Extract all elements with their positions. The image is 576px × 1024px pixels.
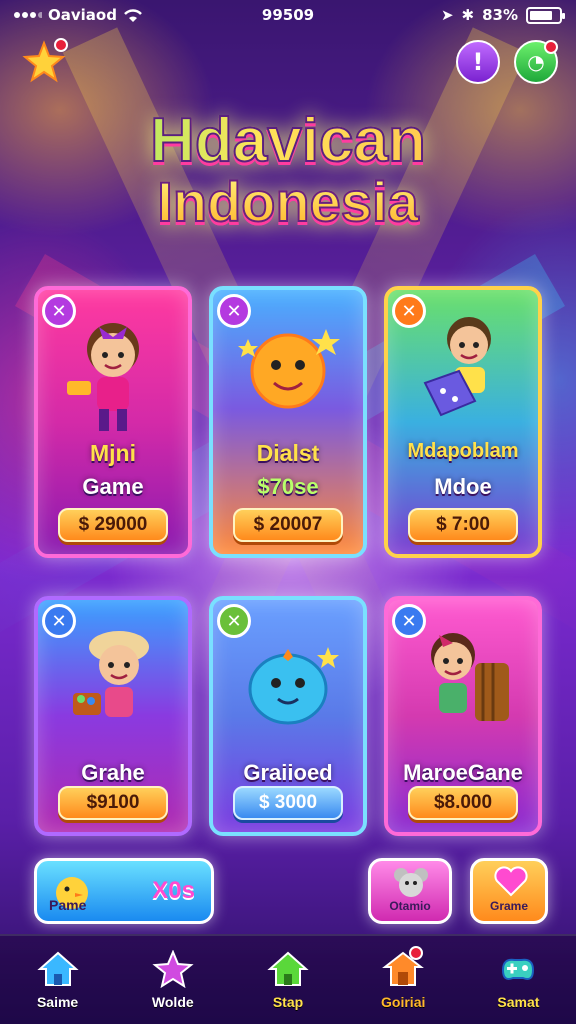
card-title: Dialst xyxy=(256,440,320,466)
nav-item-star[interactable]: Wolde xyxy=(115,936,230,1024)
nav-item-home[interactable]: Saime xyxy=(0,936,115,1024)
bottom-nav: Saime Wolde Stap Goiriai Samat xyxy=(0,934,576,1024)
home-icon xyxy=(36,951,79,986)
notification-dot xyxy=(54,38,68,52)
close-icon[interactable]: ✕ xyxy=(217,294,251,328)
location-icon: ➤ xyxy=(440,6,454,24)
signal-icon xyxy=(14,12,42,18)
exclamation-icon: ! xyxy=(472,48,484,76)
game-card[interactable]: ✕ Mjni Game $ 29000 xyxy=(34,286,192,558)
nav-item-shop[interactable]: Goiriai xyxy=(346,936,461,1024)
battery-icon xyxy=(526,6,565,24)
battery-percent: 83% xyxy=(482,6,518,24)
star-icon xyxy=(152,950,194,988)
mouse-icon xyxy=(394,868,428,897)
game-card[interactable]: ✕ MaroeGane $8.000 xyxy=(384,596,542,836)
nav-label: Saime xyxy=(36,994,79,1010)
game-icon xyxy=(502,958,535,980)
nav-label: Samat xyxy=(497,994,540,1010)
promo-banner[interactable]: Pame X0s xyxy=(34,858,214,924)
price-button[interactable]: $ 7:00 xyxy=(408,508,518,542)
promo-tile[interactable]: Otamio xyxy=(368,858,452,924)
card-title: Mjni xyxy=(90,440,136,466)
home-icon xyxy=(267,951,309,986)
card-subtitle: $70se xyxy=(257,474,319,499)
title-line-2: Indonesia xyxy=(0,171,576,232)
favorites-star-button[interactable] xyxy=(22,38,68,84)
nav-label: Goiriai xyxy=(381,994,426,1010)
price-button[interactable]: $8.000 xyxy=(408,786,518,820)
promo-badge: X0s xyxy=(152,877,195,904)
title-line-1: Hdavican xyxy=(0,107,576,174)
game-card[interactable]: ✕ Grahe $9100 xyxy=(34,596,192,836)
notification-dot xyxy=(408,946,423,960)
promo-label: Grame xyxy=(489,899,529,913)
card-title: Graiioed xyxy=(243,760,333,785)
card-subtitle: Game xyxy=(82,474,144,499)
close-icon[interactable]: ✕ xyxy=(217,604,251,638)
card-title: Mdapoblam xyxy=(407,440,519,462)
price-button[interactable]: $ 20007 xyxy=(233,508,343,542)
game-card[interactable]: ✕ Dialst $70se $ 20007 xyxy=(209,286,367,558)
promo-label: Pame xyxy=(49,897,87,913)
nav-label: Wolde xyxy=(151,994,194,1010)
alert-button[interactable]: ! xyxy=(456,40,500,84)
close-icon[interactable]: ✕ xyxy=(42,604,76,638)
nav-item-game[interactable]: Samat xyxy=(461,936,576,1024)
price-button[interactable]: $ 29000 xyxy=(58,508,168,542)
wifi-icon xyxy=(124,9,142,22)
status-right: ➤ ✱ 83% xyxy=(440,6,565,24)
close-icon[interactable]: ✕ xyxy=(392,604,426,638)
status-bar: Oaviaod 99509 ➤ ✱ 83% xyxy=(0,0,576,30)
price-button[interactable]: $9100 xyxy=(58,786,168,820)
nav-item-home-active[interactable]: Stap xyxy=(230,936,345,1024)
app-title: Hdavican Indonesia xyxy=(0,107,576,232)
bluetooth-icon: ✱ xyxy=(461,6,475,24)
card-title: Grahe xyxy=(81,760,145,785)
card-title: MaroeGane xyxy=(403,760,523,785)
chat-icon: ◔ xyxy=(527,50,545,74)
nav-label: Stap xyxy=(272,994,304,1010)
carrier-name: Oaviaod xyxy=(48,6,117,24)
close-icon[interactable]: ✕ xyxy=(42,294,76,328)
status-left: Oaviaod xyxy=(14,6,143,24)
game-card[interactable]: ✕ Mdapoblam Mdoe $ 7:00 xyxy=(384,286,542,558)
promo-tile[interactable]: Grame xyxy=(470,858,548,924)
game-card[interactable]: ✕ Graiioed $ 3000 xyxy=(209,596,367,836)
promo-label: Otamio xyxy=(389,899,431,913)
card-subtitle: Mdoe xyxy=(434,474,492,499)
price-button[interactable]: $ 3000 xyxy=(233,786,343,820)
notification-dot xyxy=(544,40,558,54)
heart-icon xyxy=(494,866,528,897)
close-icon[interactable]: ✕ xyxy=(392,294,426,328)
chat-button[interactable]: ◔ xyxy=(514,40,558,84)
